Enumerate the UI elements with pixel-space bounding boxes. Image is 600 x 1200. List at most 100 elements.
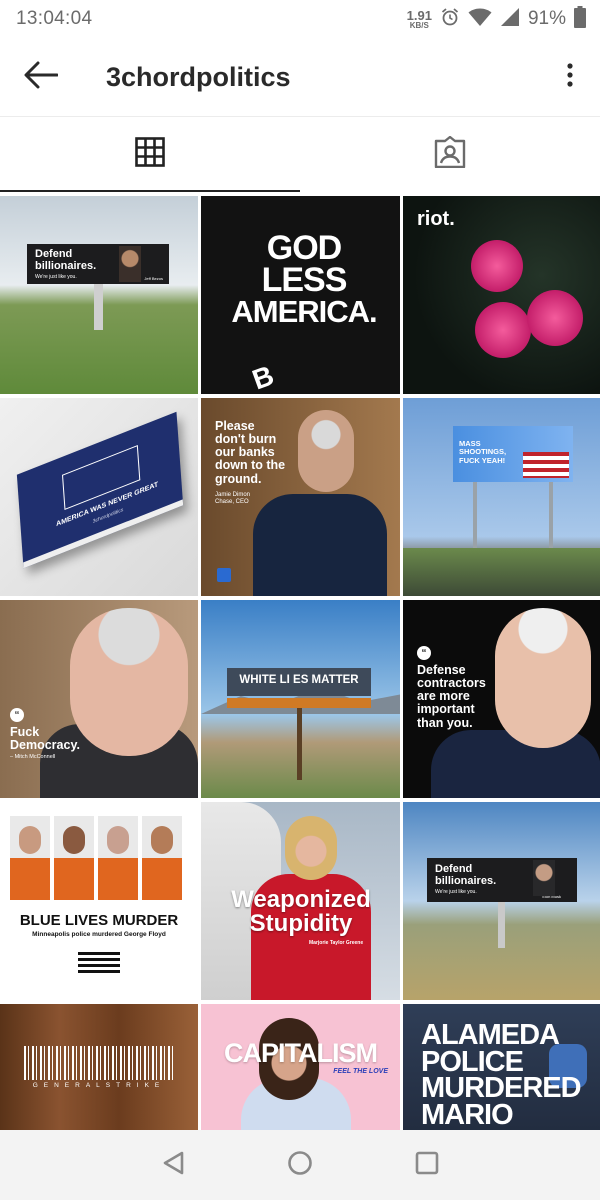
billboard-panel: Defend billionaires. We're just like you… <box>427 858 577 902</box>
book-cover: AMERICA WAS NEVER GREAT 3chordpolitics <box>16 411 184 569</box>
app-bar: 3chordpolitics <box>0 38 600 116</box>
billboard-panel: MASS SHOOTINGS, FUCK YEAH! <box>453 426 573 482</box>
mugshot-photo <box>142 816 182 900</box>
post-headline: Defend billionaires. <box>435 863 497 887</box>
post-tile[interactable]: GOD LESS AMERICA. B <box>201 196 400 394</box>
post-headline: GOD LESS AMERICA. <box>229 231 379 329</box>
post-headline: MASS SHOOTINGS, FUCK YEAH! <box>459 439 506 465</box>
caption-line: Chase, CEO <box>215 499 249 506</box>
tab-tagged[interactable] <box>300 117 600 192</box>
post-tile[interactable]: riot. <box>403 196 600 394</box>
system-nav-bar <box>0 1130 600 1200</box>
headline-line: Weaponized <box>231 886 371 913</box>
battery-percentage: 91% <box>527 8 566 29</box>
billboard-pole <box>498 902 505 948</box>
street-scene <box>403 548 600 596</box>
net-speed-unit: KB/S <box>409 20 429 30</box>
billboard-panel: WHITE LI ES MATTER <box>227 668 371 696</box>
post-tile[interactable]: “ Fuck Democracy. – Mitch McConnell <box>0 600 198 798</box>
post-tile[interactable]: BLUE LIVES MURDER Minneapolis police mur… <box>0 802 198 1000</box>
brand-mark: B <box>248 359 278 394</box>
billboard-catwalk <box>227 698 371 708</box>
rose-photo <box>475 302 531 358</box>
post-caption: Jeff Bezos <box>144 276 163 281</box>
mugshot-photo <box>54 816 94 900</box>
headline-line: down to the <box>215 458 286 473</box>
mugshot-photo <box>98 816 138 900</box>
post-headline: riot. <box>417 208 455 230</box>
billboard-pole <box>94 282 103 330</box>
portrait-photo <box>119 246 141 282</box>
net-speed-value: 1.91 <box>406 7 432 23</box>
flag-graphic <box>523 452 569 478</box>
profile-tabs <box>0 116 600 192</box>
rose-photo <box>471 240 523 292</box>
post-headline: Defend billionaires. <box>35 248 97 272</box>
back-button[interactable] <box>0 38 82 116</box>
post-grid: Defend billionaires. We're just like you… <box>0 196 600 1200</box>
status-bar: 13:04:04 1.91 KB/S 91% <box>0 0 600 38</box>
portrait-photo <box>431 730 600 798</box>
headline-line: LESS <box>261 261 348 300</box>
page-title: 3chordpolitics <box>106 61 291 92</box>
post-subtext: 3chordpolitics <box>92 506 124 525</box>
headline-line: than you. <box>417 715 473 730</box>
post-headline: Weaponized Stupidity <box>211 888 391 936</box>
tab-grid[interactable] <box>0 117 300 192</box>
alarm-icon <box>440 7 460 32</box>
headline-line: AMERICA. <box>231 293 377 329</box>
status-time: 13:04:04 <box>16 8 93 29</box>
post-headline: Please don't burn our banks down to the … <box>215 419 286 486</box>
post-tile[interactable]: MASS SHOOTINGS, FUCK YEAH! <box>403 398 600 596</box>
white-house-illustration <box>61 444 141 511</box>
post-tile[interactable]: “ Defense contractors are more important… <box>403 600 600 798</box>
portrait-photo <box>533 860 555 896</box>
billboard-pole <box>297 708 302 780</box>
post-subtext: FEEL THE LOVE <box>333 1068 388 1075</box>
post-headline: Fuck Democracy. <box>10 725 80 752</box>
headline-line: important <box>417 702 475 717</box>
tagged-person-icon <box>434 135 466 173</box>
quote-icon: “ <box>10 708 24 722</box>
nav-home-button[interactable] <box>270 1135 330 1195</box>
headline-line: POLICE <box>421 1045 524 1078</box>
headline-line: ground. <box>215 471 262 486</box>
post-headline: CAPITALISM <box>224 1038 378 1068</box>
post-tile[interactable]: Defend billionaires. We're just like you… <box>0 196 198 394</box>
headline-line: Stupidity <box>249 910 353 937</box>
headline-line: MURDERED <box>421 1072 582 1105</box>
barcode-graphic <box>24 1046 174 1080</box>
post-subtext: Minneapolis police murdered George Floyd <box>32 931 166 938</box>
portrait-photo <box>253 494 387 596</box>
nav-back-button[interactable] <box>143 1135 203 1195</box>
post-caption: – Mitch McConnell <box>10 754 56 760</box>
recents-square-icon <box>415 1151 439 1180</box>
arrow-left-icon <box>24 61 59 94</box>
nav-recents-button[interactable] <box>397 1135 457 1195</box>
quote-icon: “ <box>417 646 431 660</box>
post-headline: Defense contractors are more important t… <box>417 663 486 730</box>
post-tile[interactable]: Defend billionaires. We're just like you… <box>403 802 600 1000</box>
wifi-icon <box>468 7 492 32</box>
portrait-photo <box>285 816 337 880</box>
portrait-photo <box>495 608 591 748</box>
post-headline: BLUE LIVES MURDER <box>19 912 179 929</box>
billboard-panel: Defend billionaires. We're just like you… <box>27 244 169 284</box>
battery-icon <box>574 5 586 33</box>
post-subtext: We're just like you. <box>35 274 77 281</box>
post-headline: ALAMEDA POLICE MURDERED MARIO <box>421 1021 582 1132</box>
portrait-photo <box>70 608 188 756</box>
post-tile[interactable]: Weaponized Stupidity Marjorie Taylor Gre… <box>201 802 400 1000</box>
mugshot-photo <box>10 816 50 900</box>
post-tile[interactable]: WHITE LI ES MATTER <box>201 600 400 798</box>
network-speed: 1.91 KB/S <box>407 9 432 30</box>
headline-line: FUCK YEAH! <box>459 455 506 465</box>
back-triangle-icon <box>162 1151 184 1180</box>
post-tile[interactable]: AMERICA WAS NEVER GREAT 3chordpolitics <box>0 398 198 596</box>
status-icons: 1.91 KB/S 91% <box>407 5 586 33</box>
home-circle-icon <box>287 1150 313 1181</box>
bank-logo-icon <box>217 568 231 582</box>
headline-line: MARIO <box>421 1099 514 1132</box>
more-options-button[interactable] <box>540 38 600 116</box>
post-tile[interactable]: Please don't burn our banks down to the … <box>201 398 400 596</box>
